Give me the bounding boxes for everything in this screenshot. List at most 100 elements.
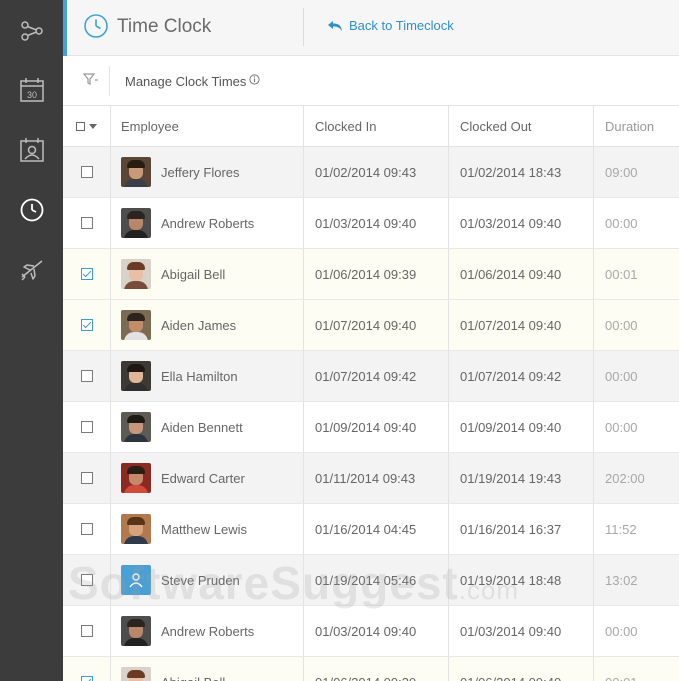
row-checkbox[interactable] [80, 268, 93, 280]
row-checkbox[interactable] [80, 574, 93, 586]
row-select-cell[interactable] [63, 147, 111, 197]
row-select-cell[interactable] [63, 555, 111, 605]
info-icon[interactable] [249, 74, 260, 85]
row-select-cell[interactable] [63, 198, 111, 248]
avatar [121, 514, 151, 544]
row-select-cell[interactable] [63, 249, 111, 299]
table-row[interactable]: Andrew Roberts 01/03/2014 09:40 01/03/20… [63, 198, 679, 249]
employee-cell[interactable]: Edward Carter [111, 453, 304, 503]
employee-cell[interactable]: Andrew Roberts [111, 606, 304, 656]
table-row[interactable]: Steve Pruden 01/19/2014 05:46 01/19/2014… [63, 555, 679, 606]
avatar [121, 208, 151, 238]
table-row[interactable]: Abigail Bell 01/06/2014 09:39 01/06/2014… [63, 249, 679, 300]
clocked-in-cell: 01/02/2014 09:43 [304, 147, 449, 197]
employee-name: Steve Pruden [161, 572, 240, 588]
table-row[interactable]: Aiden Bennett 01/09/2014 09:40 01/09/201… [63, 402, 679, 453]
sidebar-item-network[interactable] [0, 0, 63, 60]
row-select-cell[interactable] [63, 504, 111, 554]
employee-cell[interactable]: Aiden Bennett [111, 402, 304, 452]
row-select-cell[interactable] [63, 657, 111, 681]
avatar [121, 616, 151, 646]
table-row[interactable]: Aiden James 01/07/2014 09:40 01/07/2014 … [63, 300, 679, 351]
column-header-clocked-in[interactable]: Clocked In [304, 106, 449, 146]
duration-cell: 00:00 [605, 317, 638, 333]
row-select-cell[interactable] [63, 351, 111, 401]
row-checkbox[interactable] [80, 625, 93, 637]
table-row[interactable]: Matthew Lewis 01/16/2014 04:45 01/16/201… [63, 504, 679, 555]
user-card-icon [19, 138, 44, 162]
row-checkbox[interactable] [80, 166, 93, 178]
duration-cell: 00:01 [605, 266, 638, 282]
clocked-out-cell: 01/09/2014 09:40 [449, 402, 594, 452]
sidebar-item-schedule[interactable] [0, 120, 63, 180]
row-select-cell[interactable] [63, 606, 111, 656]
toolbar: Manage Clock Times [63, 56, 679, 106]
row-select-cell[interactable] [63, 402, 111, 452]
sidebar-item-time-off[interactable] [0, 240, 63, 300]
clocked-in-cell: 01/09/2014 09:40 [304, 402, 449, 452]
table-body: Jeffery Flores 01/02/2014 09:43 01/02/20… [63, 147, 679, 681]
clocked-in-cell: 01/03/2014 09:40 [304, 606, 449, 656]
employee-cell[interactable]: Abigail Bell [111, 249, 304, 299]
avatar [121, 565, 151, 595]
row-checkbox[interactable] [80, 421, 93, 433]
back-to-timeclock-link[interactable]: Back to Timeclock [327, 18, 454, 33]
manage-clock-times-label: Manage Clock Times [125, 74, 247, 89]
row-checkbox[interactable] [80, 676, 93, 681]
table-header: Employee Clocked In Clocked Out Duration [63, 106, 679, 147]
column-header-clocked-out[interactable]: Clocked Out [449, 106, 594, 146]
row-checkbox[interactable] [80, 472, 93, 484]
duration-cell: 13:02 [605, 572, 638, 588]
row-checkbox[interactable] [80, 370, 93, 382]
table-row[interactable]: Jeffery Flores 01/02/2014 09:43 01/02/20… [63, 147, 679, 198]
employee-cell[interactable]: Steve Pruden [111, 555, 304, 605]
employee-cell[interactable]: Ella Hamilton [111, 351, 304, 401]
filter-icon[interactable] [83, 73, 99, 87]
employee-name: Andrew Roberts [161, 623, 255, 639]
employee-cell[interactable]: Matthew Lewis [111, 504, 304, 554]
sidebar-item-timeclock[interactable] [0, 180, 63, 240]
table-row[interactable]: Andrew Roberts 01/03/2014 09:40 01/03/20… [63, 606, 679, 657]
row-checkbox[interactable] [80, 523, 93, 535]
duration-cell: 09:00 [605, 164, 638, 180]
clocked-out-cell: 01/07/2014 09:40 [449, 300, 594, 350]
row-checkbox[interactable] [80, 319, 93, 331]
clocked-out-cell: 01/03/2014 09:40 [449, 606, 594, 656]
employee-cell[interactable]: Abigail Bell [111, 657, 304, 681]
table-row[interactable]: Abigail Bell 01/06/2014 09:39 01/06/2014… [63, 657, 679, 681]
row-checkbox[interactable] [80, 217, 93, 229]
share-nodes-icon [20, 21, 43, 41]
table-row[interactable]: Edward Carter 01/11/2014 09:43 01/19/201… [63, 453, 679, 504]
employee-cell[interactable]: Jeffery Flores [111, 147, 304, 197]
employee-cell[interactable]: Andrew Roberts [111, 198, 304, 248]
column-header-employee[interactable]: Employee [111, 106, 304, 146]
duration-cell: 11:52 [605, 521, 637, 537]
row-select-cell[interactable] [63, 453, 111, 503]
header-select-cell[interactable] [63, 106, 111, 146]
sidebar: 30 [0, 0, 63, 681]
clocked-in-cell: 01/11/2014 09:43 [304, 453, 449, 503]
employee-name: Aiden Bennett [161, 419, 243, 435]
clocked-out-cell: 01/16/2014 16:37 [449, 504, 594, 554]
employee-name: Aiden James [161, 317, 237, 333]
clocked-in-cell: 01/06/2014 09:39 [304, 249, 449, 299]
avatar [121, 412, 151, 442]
employee-name: Edward Carter [161, 470, 245, 486]
select-all-dropdown[interactable] [76, 121, 97, 131]
employee-cell[interactable]: Aiden James [111, 300, 304, 350]
chevron-down-icon [89, 123, 97, 129]
clock-icon [84, 14, 108, 38]
table-row[interactable]: Ella Hamilton 01/07/2014 09:42 01/07/201… [63, 351, 679, 402]
clocked-out-cell: 01/06/2014 09:40 [449, 249, 594, 299]
clocked-out-cell: 01/19/2014 19:43 [449, 453, 594, 503]
header-bar: Time Clock Back to Timeclock [63, 0, 679, 56]
row-select-cell[interactable] [63, 300, 111, 350]
avatar [121, 361, 151, 391]
clocked-out-cell: 01/19/2014 18:48 [449, 555, 594, 605]
calendar-day-label: 30 [26, 90, 36, 100]
avatar [121, 259, 151, 289]
clocked-out-cell: 01/02/2014 18:43 [449, 147, 594, 197]
select-all-checkbox[interactable] [76, 121, 85, 131]
column-header-duration[interactable]: Duration [594, 106, 679, 146]
sidebar-item-calendar[interactable]: 30 [0, 60, 63, 120]
